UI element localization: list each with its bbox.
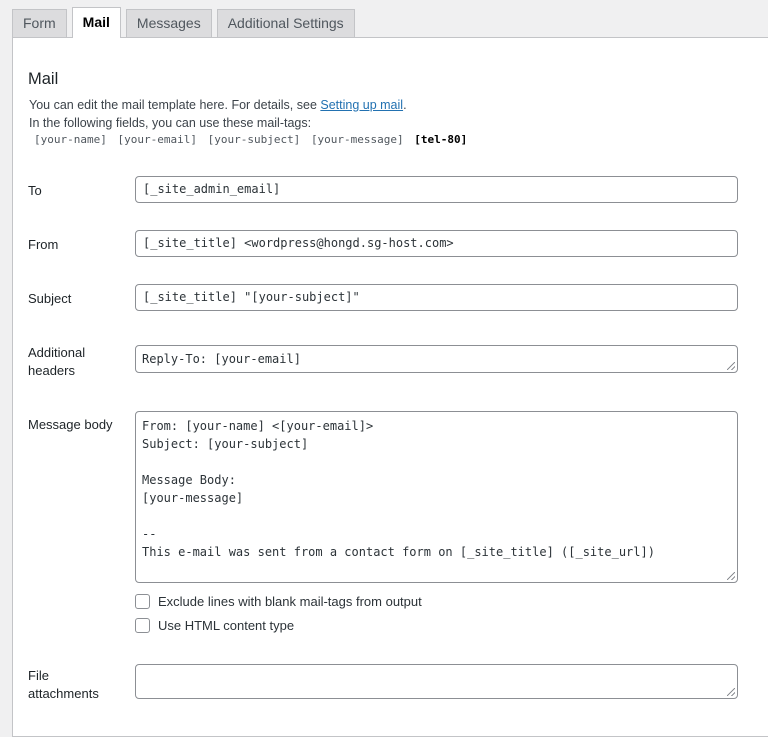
to-label: To (28, 183, 42, 198)
message-body-line: Subject: [your-subject] (142, 437, 309, 451)
message-body-line: -- (142, 527, 157, 541)
mail-tag: [your-name] (34, 133, 107, 146)
tab-bar: Form Mail Messages Additional Settings (12, 0, 355, 38)
from-field[interactable]: [_site_title] <wordpress@hongd.sg-host.c… (135, 230, 738, 257)
mail-tag-tel: [tel-80] (414, 133, 468, 146)
additional-headers-textarea[interactable]: Reply-To: [your-email] (135, 345, 738, 373)
exclude-blank-row[interactable]: Exclude lines with blank mail-tags from … (135, 594, 422, 609)
description-period: . (403, 98, 407, 112)
mail-tags-list: [your-name] [your-email] [your-subject] … (34, 133, 471, 146)
subject-label: Subject (28, 291, 72, 306)
file-attachments-value (142, 670, 731, 688)
tab-mail[interactable]: Mail (71, 7, 121, 38)
mail-tags-intro: In the following fields, you can use the… (29, 116, 312, 130)
additional-headers-label-line2: headers (28, 363, 75, 378)
message-body-line: Message Body: (142, 473, 236, 487)
file-attachments-textarea[interactable] (135, 664, 738, 699)
html-content-checkbox[interactable] (135, 618, 150, 633)
mail-panel: Mail You can edit the mail template here… (12, 37, 768, 737)
html-content-row[interactable]: Use HTML content type (135, 618, 294, 633)
mail-tag: [your-email] (117, 133, 197, 146)
message-body-line: This e-mail was sent from a contact form… (142, 545, 655, 559)
to-field[interactable]: [_site_admin_email] (135, 176, 738, 203)
tab-messages[interactable]: Messages (125, 9, 212, 38)
from-label: From (28, 237, 59, 252)
exclude-blank-label[interactable]: Exclude lines with blank mail-tags from … (158, 594, 422, 609)
message-body-line (142, 507, 731, 525)
file-attachments-label: File attachments (28, 667, 99, 703)
html-content-label[interactable]: Use HTML content type (158, 618, 294, 633)
file-attachments-label-line1: File (28, 668, 49, 683)
message-body-textarea[interactable]: From: [your-name] <[your-email]> Subject… (135, 411, 738, 583)
additional-headers-value: Reply-To: [your-email] (142, 352, 301, 366)
mail-tag: [your-message] (310, 133, 404, 146)
mail-description: You can edit the mail template here. For… (29, 98, 407, 112)
resize-handle-icon[interactable] (727, 572, 735, 580)
resize-handle-icon[interactable] (727, 688, 735, 696)
subject-field[interactable]: [_site_title] "[your-subject]" (135, 284, 738, 311)
section-title: Mail (28, 70, 59, 88)
setting-up-mail-link[interactable]: Setting up mail (320, 98, 403, 112)
additional-headers-label-line1: Additional (28, 345, 86, 360)
file-attachments-label-line2: attachments (28, 686, 99, 701)
resize-handle-icon[interactable] (727, 362, 735, 370)
message-body-line: [your-message] (142, 491, 244, 505)
description-text: You can edit the mail template here. For… (29, 98, 321, 112)
tab-additional-settings[interactable]: Additional Settings (216, 9, 355, 38)
exclude-blank-checkbox[interactable] (135, 594, 150, 609)
message-body-label: Message body (28, 417, 113, 432)
tab-form[interactable]: Form (12, 9, 67, 38)
message-body-line: From: [your-name] <[your-email]> (142, 419, 374, 433)
message-body-line (142, 453, 731, 471)
mail-tag: [your-subject] (207, 133, 301, 146)
additional-headers-label: Additional headers (28, 344, 85, 380)
